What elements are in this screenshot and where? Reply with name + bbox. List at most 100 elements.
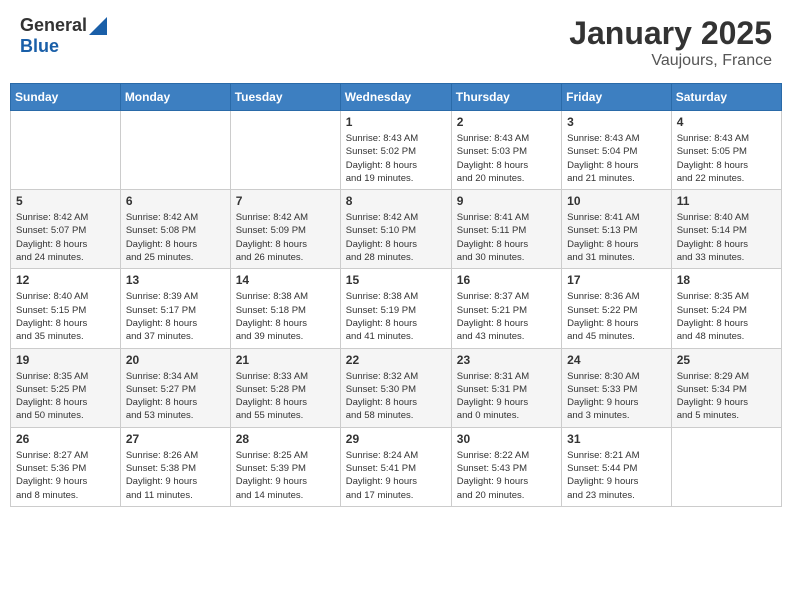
day-number: 14 [236,273,335,287]
day-content: Sunrise: 8:40 AM Sunset: 5:14 PM Dayligh… [677,211,776,264]
day-number: 18 [677,273,776,287]
day-number: 2 [457,115,556,129]
calendar-cell: 17 Sunrise: 8:36 AM Sunset: 5:22 PM Dayli… [562,269,672,348]
calendar-cell [230,111,340,190]
day-content: Sunrise: 8:40 AM Sunset: 5:15 PM Dayligh… [16,290,115,343]
logo: General Blue [20,15,107,57]
day-number: 1 [346,115,446,129]
day-number: 6 [126,194,225,208]
day-number: 8 [346,194,446,208]
calendar-cell: 3Sunrise: 8:43 AM Sunset: 5:04 PM Daylig… [562,111,672,190]
day-number: 17 [567,273,666,287]
weekday-header-thursday: Thursday [451,84,561,111]
day-content: Sunrise: 8:35 AM Sunset: 5:25 PM Dayligh… [16,370,115,423]
day-content: Sunrise: 8:42 AM Sunset: 5:08 PM Dayligh… [126,211,225,264]
day-content: Sunrise: 8:27 AM Sunset: 5:36 PM Dayligh… [16,449,115,502]
month-title: January 2025 [569,15,772,52]
calendar-cell: 28Sunrise: 8:25 AM Sunset: 5:39 PM Dayli… [230,427,340,506]
logo-blue-text: Blue [20,36,59,57]
calendar-cell: 2 Sunrise: 8:43 AM Sunset: 5:03 PM Daylig… [451,111,561,190]
calendar-cell: 14 Sunrise: 8:38 AM Sunset: 5:18 PM Dayli… [230,269,340,348]
calendar-cell: 13Sunrise: 8:39 AM Sunset: 5:17 PM Dayli… [120,269,230,348]
calendar-week-row: 5 Sunrise: 8:42 AM Sunset: 5:07 PM Daylig… [11,190,782,269]
day-content: Sunrise: 8:41 AM Sunset: 5:11 PM Dayligh… [457,211,556,264]
weekday-header-sunday: Sunday [11,84,121,111]
day-number: 24 [567,353,666,367]
day-content: Sunrise: 8:24 AM Sunset: 5:41 PM Dayligh… [346,449,446,502]
calendar-cell: 12 Sunrise: 8:40 AM Sunset: 5:15 PM Dayli… [11,269,121,348]
day-number: 12 [16,273,115,287]
weekday-header-saturday: Saturday [671,84,781,111]
day-number: 22 [346,353,446,367]
day-number: 15 [346,273,446,287]
calendar-cell: 19 Sunrise: 8:35 AM Sunset: 5:25 PM Dayli… [11,348,121,427]
calendar-cell: 7Sunrise: 8:42 AM Sunset: 5:09 PM Daylig… [230,190,340,269]
calendar-cell: 29 Sunrise: 8:24 AM Sunset: 5:41 PM Dayli… [340,427,451,506]
calendar-cell: 31Sunrise: 8:21 AM Sunset: 5:44 PM Dayli… [562,427,672,506]
day-number: 29 [346,432,446,446]
weekday-header-monday: Monday [120,84,230,111]
page-header: General Blue January 2025 Vaujours, Fran… [10,10,782,75]
calendar-cell: 10 Sunrise: 8:41 AM Sunset: 5:13 PM Dayli… [562,190,672,269]
weekday-header-friday: Friday [562,84,672,111]
day-content: Sunrise: 8:42 AM Sunset: 5:10 PM Dayligh… [346,211,446,264]
calendar-week-row: 26 Sunrise: 8:27 AM Sunset: 5:36 PM Dayli… [11,427,782,506]
day-number: 16 [457,273,556,287]
day-content: Sunrise: 8:34 AM Sunset: 5:27 PM Dayligh… [126,370,225,423]
calendar-week-row: 12 Sunrise: 8:40 AM Sunset: 5:15 PM Dayli… [11,269,782,348]
day-content: Sunrise: 8:35 AM Sunset: 5:24 PM Dayligh… [677,290,776,343]
calendar-cell: 20 Sunrise: 8:34 AM Sunset: 5:27 PM Dayli… [120,348,230,427]
logo-icon [89,17,107,35]
calendar-table: SundayMondayTuesdayWednesdayThursdayFrid… [10,83,782,507]
calendar-cell: 5 Sunrise: 8:42 AM Sunset: 5:07 PM Daylig… [11,190,121,269]
day-content: Sunrise: 8:42 AM Sunset: 5:07 PM Dayligh… [16,211,115,264]
day-content: Sunrise: 8:22 AM Sunset: 5:43 PM Dayligh… [457,449,556,502]
calendar-cell: 1 Sunrise: 8:43 AM Sunset: 5:02 PM Daylig… [340,111,451,190]
day-number: 10 [567,194,666,208]
day-number: 9 [457,194,556,208]
day-number: 4 [677,115,776,129]
day-number: 27 [126,432,225,446]
day-content: Sunrise: 8:43 AM Sunset: 5:05 PM Dayligh… [677,132,776,185]
day-number: 25 [677,353,776,367]
calendar-cell: 26 Sunrise: 8:27 AM Sunset: 5:36 PM Dayli… [11,427,121,506]
day-content: Sunrise: 8:21 AM Sunset: 5:44 PM Dayligh… [567,449,666,502]
day-number: 19 [16,353,115,367]
day-number: 23 [457,353,556,367]
calendar-cell: 23 Sunrise: 8:31 AM Sunset: 5:31 PM Dayli… [451,348,561,427]
day-content: Sunrise: 8:42 AM Sunset: 5:09 PM Dayligh… [236,211,335,264]
calendar-cell: 25 Sunrise: 8:29 AM Sunset: 5:34 PM Dayli… [671,348,781,427]
logo-general-text: General [20,15,87,36]
weekday-header-tuesday: Tuesday [230,84,340,111]
day-content: Sunrise: 8:25 AM Sunset: 5:39 PM Dayligh… [236,449,335,502]
calendar-cell: 21Sunrise: 8:33 AM Sunset: 5:28 PM Dayli… [230,348,340,427]
day-content: Sunrise: 8:32 AM Sunset: 5:30 PM Dayligh… [346,370,446,423]
calendar-cell: 15Sunrise: 8:38 AM Sunset: 5:19 PM Dayli… [340,269,451,348]
day-number: 26 [16,432,115,446]
day-content: Sunrise: 8:31 AM Sunset: 5:31 PM Dayligh… [457,370,556,423]
day-number: 21 [236,353,335,367]
day-content: Sunrise: 8:37 AM Sunset: 5:21 PM Dayligh… [457,290,556,343]
day-number: 30 [457,432,556,446]
location-title: Vaujours, France [569,52,772,70]
day-number: 20 [126,353,225,367]
day-content: Sunrise: 8:43 AM Sunset: 5:02 PM Dayligh… [346,132,446,185]
day-content: Sunrise: 8:41 AM Sunset: 5:13 PM Dayligh… [567,211,666,264]
calendar-cell: 8 Sunrise: 8:42 AM Sunset: 5:10 PM Daylig… [340,190,451,269]
calendar-week-row: 1 Sunrise: 8:43 AM Sunset: 5:02 PM Daylig… [11,111,782,190]
day-content: Sunrise: 8:30 AM Sunset: 5:33 PM Dayligh… [567,370,666,423]
day-content: Sunrise: 8:36 AM Sunset: 5:22 PM Dayligh… [567,290,666,343]
calendar-cell: 24 Sunrise: 8:30 AM Sunset: 5:33 PM Dayli… [562,348,672,427]
calendar-cell: 30 Sunrise: 8:22 AM Sunset: 5:43 PM Dayli… [451,427,561,506]
day-content: Sunrise: 8:26 AM Sunset: 5:38 PM Dayligh… [126,449,225,502]
day-content: Sunrise: 8:38 AM Sunset: 5:18 PM Dayligh… [236,290,335,343]
calendar-cell: 6 Sunrise: 8:42 AM Sunset: 5:08 PM Daylig… [120,190,230,269]
day-content: Sunrise: 8:29 AM Sunset: 5:34 PM Dayligh… [677,370,776,423]
day-number: 5 [16,194,115,208]
day-content: Sunrise: 8:43 AM Sunset: 5:03 PM Dayligh… [457,132,556,185]
calendar-cell: 27 Sunrise: 8:26 AM Sunset: 5:38 PM Dayli… [120,427,230,506]
calendar-cell [671,427,781,506]
day-number: 11 [677,194,776,208]
calendar-header-row: SundayMondayTuesdayWednesdayThursdayFrid… [11,84,782,111]
calendar-cell: 16 Sunrise: 8:37 AM Sunset: 5:21 PM Dayli… [451,269,561,348]
